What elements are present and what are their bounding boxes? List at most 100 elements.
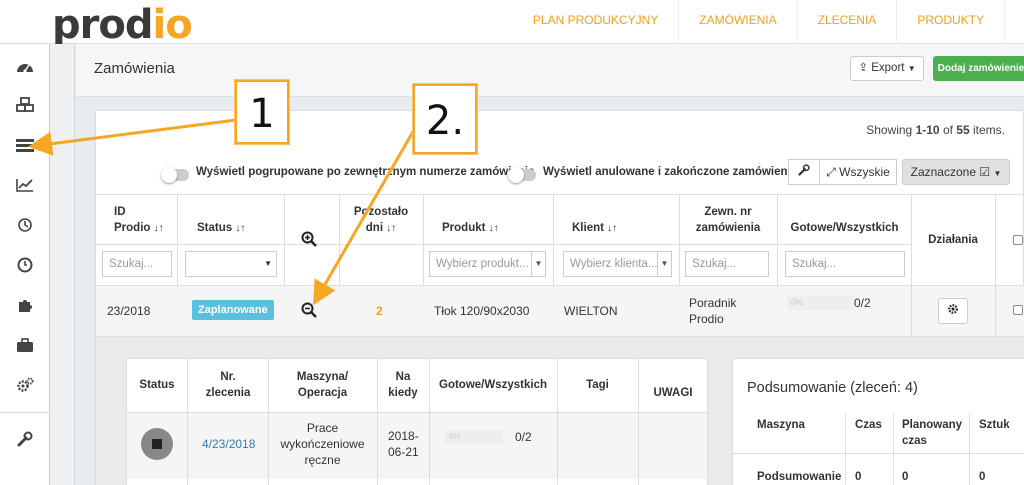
caret-down-icon: ▼ [993, 169, 1002, 178]
show-all-button[interactable]: ⤢ Wszyskie [819, 159, 897, 185]
summary-time: 0 [855, 471, 862, 483]
briefcase-icon[interactable] [14, 336, 36, 354]
sub-col-machine: Maszyna/Operacja [296, 371, 349, 399]
sort-icon: ↓↑ [607, 223, 618, 234]
show-cancelled-toggle[interactable] [508, 167, 536, 183]
nav-zlecenia[interactable]: ZLECENIA [796, 0, 897, 44]
puzzle-icon[interactable] [14, 296, 36, 314]
caret-down-icon: ▼ [531, 252, 545, 276]
add-order-button[interactable]: Dodaj zamówienie [933, 56, 1024, 81]
summary-col-machine: Maszyna [757, 419, 805, 431]
status-badge: Zaplanowane [192, 300, 274, 320]
product-filter-select[interactable]: Wybierz produkt... ▼ [429, 251, 546, 277]
nav-produkty[interactable]: PRODUKTY [896, 0, 1004, 44]
export-button[interactable]: ⇪ Export ▼ [850, 56, 924, 81]
history-icon[interactable] [14, 216, 36, 234]
group-by-external-toggle[interactable] [161, 167, 189, 183]
status-filter-select[interactable]: ▼ [185, 251, 277, 277]
work-order-link[interactable]: 4/23/2018 [202, 436, 255, 452]
machine-operation: Prace wykończeniowe ręczne [280, 421, 365, 467]
group-by-external-label: Wyświetl pogrupowane po zewnętrznym nume… [196, 166, 535, 178]
gear-icon [948, 304, 958, 314]
wrench-icon[interactable] [14, 430, 36, 448]
filter-row-border [96, 244, 911, 245]
summary-col-planned: Planowany czas [902, 419, 963, 447]
col-header-actions: Działania [928, 234, 978, 246]
sort-icon: ↓↑ [153, 223, 164, 234]
export-icon: ⇪ [858, 62, 869, 74]
dashboard-icon[interactable] [14, 57, 36, 75]
chart-icon[interactable] [14, 176, 36, 194]
order-progress-bar: 0% [787, 296, 855, 310]
sort-icon: ↓↑ [386, 223, 397, 234]
nav-zamowienia[interactable]: ZAMÓWIENIA [678, 0, 796, 44]
summary-pieces: 0 [979, 471, 986, 483]
external-order-nr: Poradnik Prodio [689, 296, 737, 326]
order-details: Status Nr. zlecenia Maszyna/Operacja Na ki… [96, 337, 1024, 485]
orders-list-icon[interactable] [14, 136, 36, 154]
work-order-ready-count: 0/2 [515, 430, 532, 444]
summary-col-time: Czas [855, 419, 882, 431]
external-nr-filter-input[interactable]: Szukaj... [685, 251, 769, 277]
summary-planned: 0 [902, 471, 909, 483]
show-cancelled-label: Wyświetl anulowane i zakończone zamówien… [543, 166, 798, 178]
callout-2: 2. [413, 84, 477, 154]
col-header-remaining[interactable]: Pozostało dni ↓↑ [348, 204, 414, 237]
preview-button[interactable] [301, 302, 317, 322]
col-header-id[interactable]: ID Prodio ↓↑ [114, 204, 164, 237]
col-header-preview [301, 231, 317, 252]
stop-button[interactable] [141, 428, 173, 460]
page-title: Zamówienia [94, 60, 175, 77]
ready-filter-input[interactable]: Szukaj... [785, 251, 905, 277]
client-name: WIELTON [564, 304, 618, 318]
orders-panel: Showing 1-10 of 55 items. Wyświetl pogru… [95, 110, 1024, 485]
pagination-summary: Showing 1-10 of 55 items. [866, 123, 1005, 137]
zoom-out-icon [301, 302, 317, 318]
sidebar [0, 44, 50, 485]
sub-col-when: Na kiedy [388, 371, 418, 399]
caret-down-icon: ▼ [907, 64, 916, 73]
wrench-tool-button[interactable] [788, 159, 820, 185]
table-top-border [96, 194, 1024, 195]
col-header-client[interactable]: Klient ↓↑ [572, 220, 617, 237]
summary-panel: Podsumowanie (zleceń: 4) Maszyna Czas Pl… [732, 358, 1024, 485]
sub-col-notes: UWAGI [653, 387, 693, 399]
caret-down-icon: ▼ [657, 252, 671, 276]
cubes-icon[interactable] [14, 96, 36, 114]
main-nav: PLAN PRODUKCYJNY ZAMÓWIENIA ZLECENIA PRO… [513, 0, 1024, 44]
summary-col-pieces: Sztuk [979, 419, 1010, 431]
col-header-external-nr: Zewn. nr zamówienia [695, 206, 761, 234]
sub-col-status: Status [139, 379, 175, 391]
checkbox-edit-icon: ☑ [979, 165, 991, 179]
app-logo[interactable]: prodio [52, 2, 193, 48]
id-filter-input[interactable]: Szukaj... [102, 251, 172, 277]
client-filter-select[interactable]: Wybierz klienta... ▼ [563, 251, 672, 277]
row-checkbox[interactable] [1013, 305, 1023, 315]
sub-col-tags: Tagi [586, 379, 609, 391]
work-orders-table: Status Nr. zlecenia Maszyna/Operacja Na ki… [126, 358, 708, 485]
expand-icon: ⤢ [826, 165, 836, 179]
top-bar: prodio PLAN PRODUKCYJNY ZAMÓWIENIA ZLECE… [0, 0, 1024, 48]
zoom-in-icon [301, 231, 317, 247]
nav-plan-produkcyjny[interactable]: PLAN PRODUKCYJNY [513, 0, 678, 44]
callout-1: 1 [235, 80, 289, 144]
select-all-checkbox[interactable] [1013, 235, 1023, 245]
summary-title: Podsumowanie (zleceń: 4) [747, 380, 918, 396]
work-order-progress-bar: 0% [445, 430, 503, 444]
ready-count: 0/2 [854, 296, 871, 310]
row-actions-button[interactable] [938, 298, 968, 324]
col-header-status[interactable]: Status ↓↑ [197, 220, 245, 237]
order-id[interactable]: 23/2018 [107, 303, 150, 319]
remaining-days: 2 [376, 304, 383, 318]
wrench-icon [798, 164, 810, 176]
caret-down-icon: ▼ [264, 259, 272, 268]
col-header-product[interactable]: Produkt ↓↑ [442, 220, 499, 237]
selected-label: Zaznaczone [910, 165, 976, 179]
cogs-icon[interactable] [14, 376, 36, 394]
nav-overflow[interactable] [1004, 0, 1024, 44]
sidebar-divider [0, 412, 50, 413]
sort-icon: ↓↑ [235, 223, 246, 234]
page-header: Zamówienia ⇪ Export ▼ Dodaj zamówienie [76, 44, 1024, 97]
clock-icon[interactable] [14, 256, 36, 274]
selected-actions-button[interactable]: Zaznaczone ☑ ▼ [902, 159, 1010, 185]
